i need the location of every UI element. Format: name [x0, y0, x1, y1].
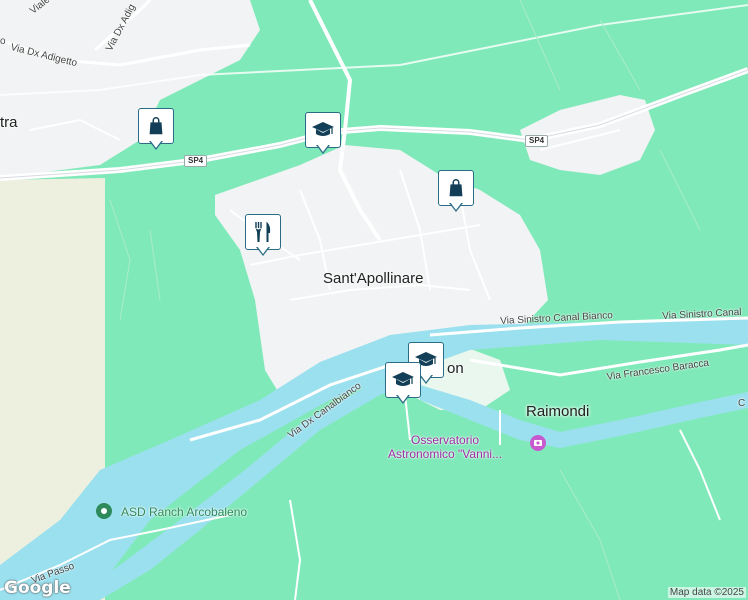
- map-canvas[interactable]: Viale Do Via Dx Adig Via Dx Adigetto o V…: [0, 0, 748, 600]
- map-base-layer: [0, 0, 748, 600]
- route-shield-sp4-right: SP4: [525, 135, 549, 147]
- road-label-partial-c: C: [738, 398, 746, 409]
- graduation-cap-icon: [392, 372, 414, 386]
- place-label-partial-center: on: [447, 360, 464, 377]
- route-shield-sp4-left: SP4: [184, 155, 208, 167]
- restaurant-marker[interactable]: [245, 214, 281, 258]
- poi-label-osservatorio-line1: Osservatorio: [411, 433, 480, 447]
- fork-knife-icon: [255, 222, 271, 242]
- poi-label-osservatorio[interactable]: Osservatorio Astronomico "Vanni...: [388, 433, 502, 461]
- poi-label-asd-ranch[interactable]: ASD Ranch Arcobaleno: [121, 505, 247, 519]
- place-label-partial-left: tra: [0, 114, 18, 131]
- map-attribution[interactable]: Map data ©2025: [667, 587, 746, 598]
- graduation-cap-icon: [312, 122, 334, 136]
- shopping-bag-icon: [449, 179, 463, 197]
- shopping-bag-icon: [149, 117, 163, 135]
- road-label-partial-o: o: [0, 36, 6, 47]
- place-label-sant-apollinare: Sant'Apollinare: [323, 270, 424, 287]
- shopping-marker-2[interactable]: [438, 170, 474, 214]
- place-label-raimondi: Raimondi: [526, 403, 590, 420]
- school-marker-3[interactable]: [385, 362, 421, 406]
- google-logo[interactable]: Google: [4, 578, 71, 598]
- poi-label-osservatorio-line2: Astronomico "Vanni...: [388, 447, 503, 461]
- shopping-marker-1[interactable]: [138, 108, 174, 152]
- school-marker-1[interactable]: [305, 112, 341, 156]
